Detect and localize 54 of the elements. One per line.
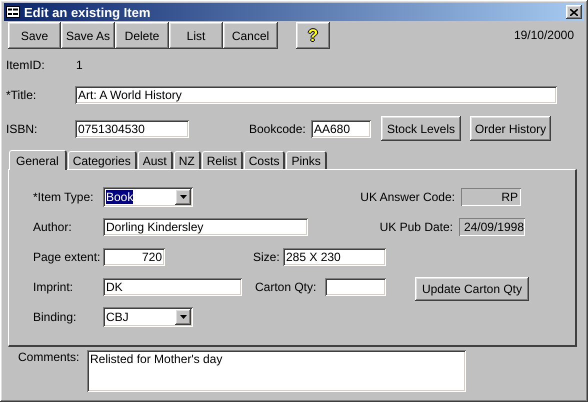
tab[interactable]: Costs [244, 151, 286, 169]
field-label: Comments: [18, 350, 80, 364]
caret-icon [180, 315, 186, 319]
text-field[interactable]: Dorling Kindersley [103, 218, 308, 236]
action-button[interactable]: Order History [470, 116, 551, 141]
caret-icon [180, 195, 186, 199]
date-text: 19/10/2000 [514, 28, 574, 42]
toolbar-button[interactable]: Delete [115, 22, 169, 49]
field-label: UK Pub Date: [380, 220, 453, 234]
close-button[interactable] [566, 5, 582, 19]
item-id-value: 1 [76, 58, 83, 72]
toolbar-button[interactable]: Cancel [223, 22, 278, 49]
field-label: Carton Qty: [255, 280, 318, 294]
locked-field: RP [461, 188, 521, 206]
comments-field[interactable]: Relisted for Mother's day [87, 350, 466, 392]
field-label: ISBN: [6, 122, 38, 136]
field-label: *Item Type: [33, 190, 94, 204]
bookcode-field[interactable]: AA680 [311, 120, 371, 138]
combo-value: CBJ [105, 310, 130, 324]
dropdown-button[interactable] [175, 309, 191, 325]
close-icon [570, 8, 578, 16]
toolbar-button[interactable]: Save [8, 22, 61, 49]
combo-value: Book [105, 190, 134, 204]
field-label: Imprint: [33, 280, 74, 294]
text-field[interactable] [325, 278, 386, 296]
text-field[interactable]: 285 X 230 [283, 248, 386, 266]
dropdown-button[interactable] [175, 189, 191, 205]
field-label: ItemID: [6, 58, 46, 72]
title-field[interactable]: Art: A World History [75, 86, 557, 104]
field-label: Binding: [33, 310, 78, 324]
combo-box[interactable]: Book [103, 187, 193, 207]
field-label: UK Answer Code: [360, 190, 455, 204]
tab[interactable]: Pinks [286, 151, 327, 169]
tab[interactable]: Relist [202, 151, 243, 169]
action-button[interactable]: Stock Levels [381, 116, 461, 141]
field-label: *Title: [6, 88, 38, 102]
toolbar-button[interactable]: List [169, 22, 223, 49]
text-field[interactable]: DK [103, 278, 242, 296]
tab[interactable]: NZ [174, 151, 201, 169]
tab[interactable]: General [9, 150, 67, 170]
field-label: Bookcode: [249, 122, 307, 136]
text-field[interactable]: 720 [103, 248, 165, 266]
field-label: Page extent: [33, 250, 102, 264]
form-icon [6, 6, 20, 18]
combo-box[interactable]: CBJ [103, 307, 193, 327]
tab[interactable]: Categories [68, 151, 137, 169]
field-label: Author: [33, 220, 73, 234]
field-label: Size: [253, 250, 281, 264]
isbn-field[interactable]: 0751304530 [75, 120, 189, 138]
toolbar-button[interactable]: Save As [61, 22, 115, 49]
tab[interactable]: Aust [138, 151, 173, 169]
update-button[interactable]: Update Carton Qty [415, 276, 529, 300]
window-title: Edit an existing Item [24, 4, 152, 20]
locked-field: 24/09/1998 [459, 218, 525, 236]
